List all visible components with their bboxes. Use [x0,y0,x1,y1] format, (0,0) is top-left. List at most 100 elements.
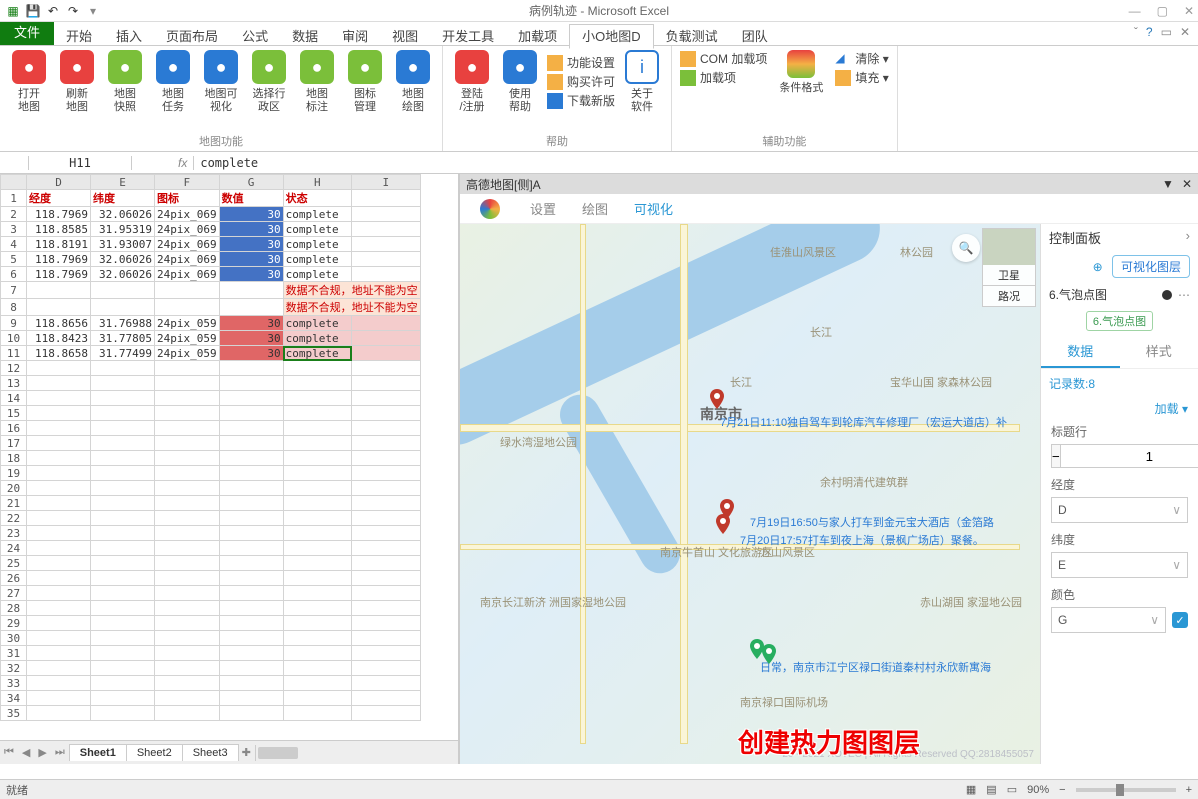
ribbon-tab[interactable]: 视图 [380,25,430,48]
control-panel-expand-icon[interactable]: › [1186,228,1190,247]
ribbon-button[interactable]: ●刷新 地图 [56,50,98,114]
qat-dropdown-icon[interactable]: ▾ [84,2,102,20]
ribbon-tab[interactable]: 开始 [54,25,104,48]
view-break-icon[interactable]: ▭ [1007,783,1017,796]
ribbon-tab[interactable]: 加载项 [506,25,569,48]
ribbon-tab[interactable]: 开发工具 [430,25,506,48]
ribbon-tab[interactable]: 团队 [730,25,780,48]
horizontal-scrollbar[interactable] [255,745,458,761]
load-button[interactable]: 加载 [1155,402,1179,416]
file-tab[interactable]: 文件 [0,18,54,45]
control-subtab[interactable]: 数据 [1041,335,1120,368]
cell-grid[interactable]: DEFGHI1经度纬度图标数值状态2118.796932.0602624pix_… [0,174,458,740]
map-tab[interactable]: 绘图 [582,202,608,217]
help-icon[interactable]: ? [1146,25,1153,39]
ribbon-small-button[interactable]: 功能设置 [547,54,615,71]
ribbon-button[interactable]: ●登陆 /注册 [451,50,493,114]
ribbon-tab[interactable]: 数据 [280,25,330,48]
lon-select[interactable]: D∨ [1051,497,1188,523]
formula-input[interactable]: complete [194,156,1198,170]
clear-button[interactable]: ◢清除 ▾ [835,50,888,67]
lat-select[interactable]: E∨ [1051,552,1188,578]
map-pin-icon[interactable] [710,389,724,409]
redo-icon[interactable]: ↷ [64,2,82,20]
undo-icon[interactable]: ↶ [44,2,62,20]
map-tab[interactable]: 可视化 [634,202,673,217]
new-sheet-icon[interactable]: ✚ [238,746,255,759]
vis-layer-chip[interactable]: 可视化图层 [1112,255,1190,278]
map-layer-switch[interactable]: 卫星 路况 [982,228,1036,307]
ribbon-tab[interactable]: 审阅 [330,25,380,48]
map-view[interactable]: 🔍 卫星 路况 20 - 2021 XOTEC | All Rights Res… [460,224,1040,764]
addins-button[interactable]: 加载项 [680,69,767,86]
ribbon-button[interactable]: ●地图 绘图 [392,50,434,114]
ribbon-button[interactable]: ●地图 快照 [104,50,146,114]
ribbon-button[interactable]: ●图标 管理 [344,50,386,114]
layer-satellite[interactable]: 卫星 [983,265,1035,285]
close-workbook-icon[interactable]: ✕ [1180,25,1190,39]
map-dropdown-icon[interactable]: ▼ [1162,177,1174,191]
header-row-input[interactable] [1061,444,1198,468]
add-layer-icon[interactable]: ⊕ [1093,260,1103,274]
ribbon-tab[interactable]: 页面布局 [154,25,230,48]
ribbon-small-button[interactable]: 购买许可 [547,73,615,90]
map-bubble-label[interactable]: 7月21日11:10独自驾车到轮库汽车修理厂（宏运大道店）补 [720,414,1007,430]
header-row-stepper[interactable]: − + [1051,444,1188,468]
view-layout-icon[interactable]: ▤ [986,783,996,796]
ribbon-tab[interactable]: 负载测试 [654,25,730,48]
load-dropdown-icon[interactable]: ▾ [1182,402,1188,416]
restore-window-icon[interactable]: ▭ [1161,25,1172,39]
color-checkbox[interactable]: ✓ [1172,612,1188,628]
minimize-icon[interactable]: — [1129,4,1141,18]
layer-visibility-icon[interactable] [1162,290,1172,300]
view-normal-icon[interactable]: ▦ [966,783,976,796]
name-box[interactable]: H11 [28,156,132,170]
ribbon-button[interactable]: ●地图可 视化 [200,50,242,114]
zoom-slider[interactable] [1076,788,1176,792]
com-addins-button[interactable]: COM 加载项 [680,50,767,67]
save-icon[interactable]: 💾 [24,2,42,20]
map-search-icon[interactable]: 🔍 [952,234,980,262]
ribbon-tab[interactable]: 公式 [230,25,280,48]
zoom-in-icon[interactable]: + [1186,784,1192,796]
header-row-label: 标题行 [1051,423,1188,440]
zoom-out-icon[interactable]: − [1059,784,1065,796]
map-bubble-label[interactable]: 日常，南京市江宁区禄口街道秦村村永欣新寓海 [760,659,991,675]
ribbon-small-button[interactable]: 下载新版 [547,92,615,109]
sheet-tab[interactable]: Sheet2 [126,744,183,761]
sheet-nav-prev-icon[interactable]: ◀ [18,746,34,759]
excel-icon: ▦ [4,2,22,20]
ribbon-button[interactable]: ●使用 帮助 [499,50,541,114]
color-select[interactable]: G∨ [1051,607,1166,633]
ribbon-group-aux: COM 加载项 加载项 条件格式 ◢清除 ▾ 填充 ▾ 辅助功能 [672,46,898,151]
maximize-icon[interactable]: ▢ [1157,4,1168,18]
fill-button[interactable]: 填充 ▾ [835,69,888,86]
sheet-nav-first-icon[interactable]: ⏮ [0,746,18,759]
fx-icon[interactable]: fx [172,156,194,170]
sheet-nav-last-icon[interactable]: ⏭ [51,746,69,759]
about-button[interactable]: i 关于 软件 [621,50,663,114]
cond-format-button[interactable]: 条件格式 [777,50,825,95]
ribbon-button[interactable]: ●地图 任务 [152,50,194,114]
ribbon-tab[interactable]: 插入 [104,25,154,48]
control-subtab[interactable]: 样式 [1120,335,1198,368]
layer-row[interactable]: 6.气泡点图 ⋯ [1041,282,1198,307]
ribbon-button[interactable]: ●选择行 政区 [248,50,290,114]
control-panel: 控制面板 › ⊕ 可视化图层 6.气泡点图 ⋯ 6.气泡点图 数据样式 记录数:… [1040,224,1198,764]
ribbon-button[interactable]: ●打开 地图 [8,50,50,114]
map-tab[interactable]: 设置 [530,202,556,217]
map-bubble-label[interactable]: 7月19日16:50与家人打车到金元宝大酒店（金箔路 [750,514,994,530]
ribbon-button[interactable]: ●地图 标注 [296,50,338,114]
sheet-nav-next-icon[interactable]: ▶ [34,746,50,759]
map-close-icon[interactable]: ✕ [1182,177,1192,191]
layer-more-icon[interactable]: ⋯ [1178,288,1190,302]
sheet-tab[interactable]: Sheet1 [69,744,127,761]
stepper-minus[interactable]: − [1051,444,1061,468]
map-pin-icon[interactable] [762,644,776,664]
ribbon-min-icon[interactable]: ˇ [1134,25,1138,39]
layer-road[interactable]: 路况 [983,285,1035,306]
close-icon[interactable]: ✕ [1184,4,1194,18]
map-bubble-label[interactable]: 7月20日17:57打车到夜上海（景枫广场店）聚餐。 [740,532,984,548]
map-pin-icon[interactable] [716,514,730,534]
sheet-tab[interactable]: Sheet3 [182,744,239,761]
